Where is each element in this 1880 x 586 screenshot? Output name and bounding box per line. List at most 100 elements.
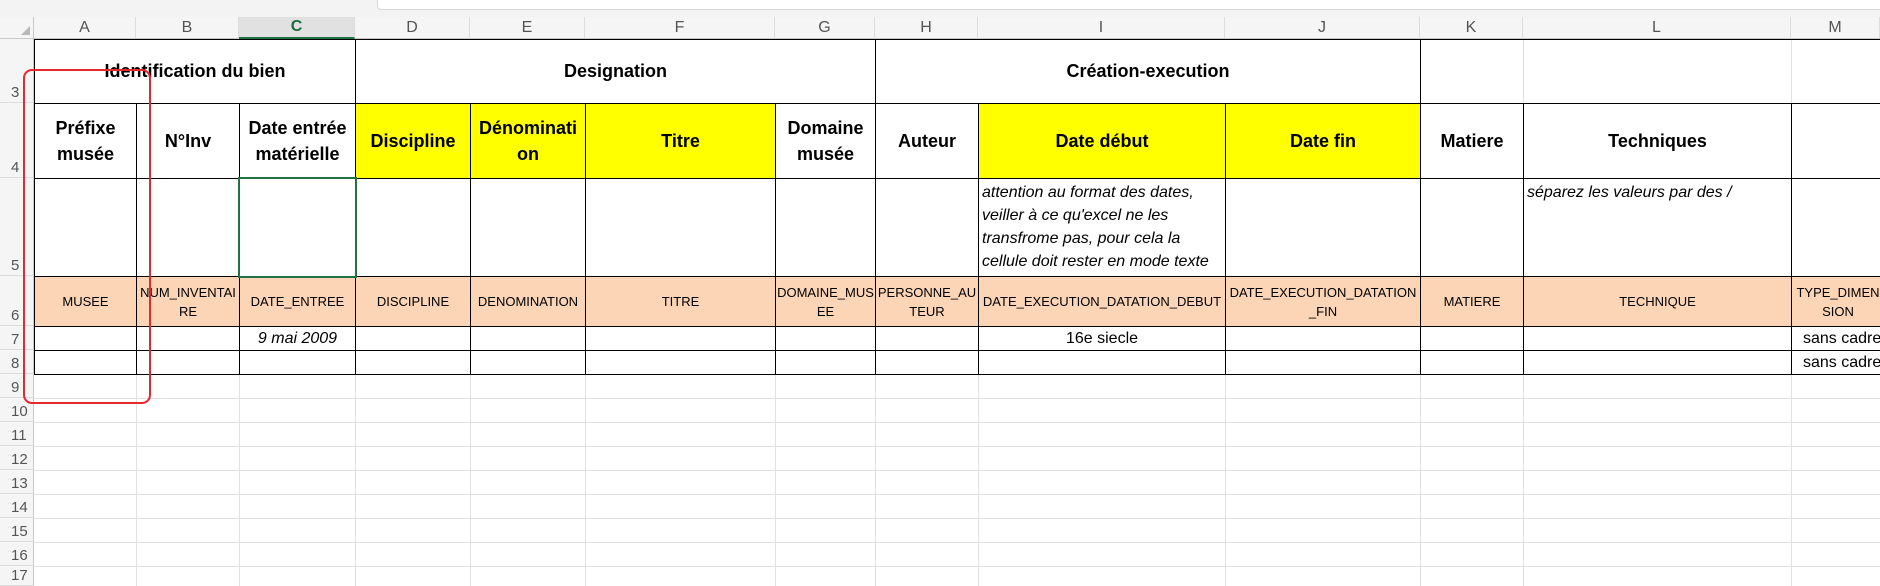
cell-a4[interactable]: Préfixe musée	[34, 103, 137, 179]
cell-i4[interactable]: Date début	[978, 103, 1226, 179]
column-header-k[interactable]: K	[1420, 17, 1523, 39]
column-header-f[interactable]: F	[585, 17, 775, 39]
cell-h7[interactable]	[875, 326, 979, 351]
column-header-l[interactable]: L	[1523, 17, 1791, 39]
formula-bar-edge	[377, 0, 1880, 10]
cell-k7[interactable]	[1420, 326, 1524, 351]
cell-a7[interactable]	[34, 326, 137, 351]
cell-h6[interactable]: PERSONNE_AUTEUR	[875, 276, 979, 327]
cell-b4[interactable]: N°Inv	[136, 103, 240, 179]
cell-e4[interactable]: Dénomination	[470, 103, 586, 179]
cell-f7[interactable]	[585, 326, 776, 351]
cell-k6[interactable]: MATIERE	[1420, 276, 1524, 327]
cell-g6[interactable]: DOMAINE_MUSEE	[775, 276, 876, 327]
cell-c4[interactable]: Date entrée matérielle	[239, 103, 356, 179]
cell-j5[interactable]	[1225, 178, 1421, 277]
cell-m5[interactable]	[1791, 178, 1880, 277]
cell-m6[interactable]: TYPE_DIMENSION	[1791, 276, 1880, 327]
cell-e6[interactable]: DENOMINATION	[470, 276, 586, 327]
cell-d4[interactable]: Discipline	[355, 103, 471, 179]
cell-h4[interactable]: Auteur	[875, 103, 979, 179]
cell-e7[interactable]	[470, 326, 586, 351]
column-header-a[interactable]: A	[34, 17, 136, 39]
row-header-9[interactable]: 9	[0, 374, 34, 398]
cell-j8[interactable]	[1225, 350, 1421, 375]
cell-l6[interactable]: TECHNIQUE	[1523, 276, 1792, 327]
row-header-10[interactable]: 10	[0, 398, 34, 422]
cell-d8[interactable]	[355, 350, 471, 375]
cell-b7[interactable]	[136, 326, 240, 351]
cell-i8[interactable]	[978, 350, 1226, 375]
select-all-button[interactable]	[0, 17, 34, 39]
cell-j4[interactable]: Date fin	[1225, 103, 1421, 179]
row-header-14[interactable]: 14	[0, 494, 34, 518]
cell-j7[interactable]	[1225, 326, 1421, 351]
row-header-7[interactable]: 7	[0, 326, 34, 350]
cell-e8[interactable]	[470, 350, 586, 375]
column-header-m[interactable]: M	[1791, 17, 1880, 39]
cell-j6[interactable]: DATE_EXECUTION_DATATION_FIN	[1225, 276, 1421, 327]
cell-g7[interactable]	[775, 326, 876, 351]
cell-a6[interactable]: MUSEE	[34, 276, 137, 327]
cell-k4[interactable]: Matiere	[1420, 103, 1524, 179]
cell-d3-designation[interactable]: Designation	[355, 39, 876, 104]
cell-l7[interactable]	[1523, 326, 1792, 351]
column-header-d[interactable]: D	[355, 17, 470, 39]
cell-i6[interactable]: DATE_EXECUTION_DATATION_DEBUT	[978, 276, 1226, 327]
column-header-i[interactable]: I	[978, 17, 1225, 39]
column-header-e[interactable]: E	[470, 17, 585, 39]
cell-f5[interactable]	[585, 178, 776, 277]
cell-g4[interactable]: Domaine musée	[775, 103, 876, 179]
cell-k8[interactable]	[1420, 350, 1524, 375]
cell-a3-identification[interactable]: Identification du bien	[34, 39, 356, 104]
cell-c8[interactable]	[239, 350, 356, 375]
cell-k3[interactable]	[1420, 39, 1880, 104]
cell-d6[interactable]: DISCIPLINE	[355, 276, 471, 327]
cell-c5[interactable]	[239, 178, 356, 277]
row-header-4[interactable]: 4	[0, 103, 34, 178]
cell-g8[interactable]	[775, 350, 876, 375]
cell-b5[interactable]	[136, 178, 240, 277]
column-header-h[interactable]: H	[875, 17, 978, 39]
cell-e5[interactable]	[470, 178, 586, 277]
cell-m4[interactable]	[1791, 103, 1880, 179]
cell-d7[interactable]	[355, 326, 471, 351]
cell-a8[interactable]	[34, 350, 137, 375]
cell-b6[interactable]: NUM_INVENTAIRE	[136, 276, 240, 327]
cell-h3-creation[interactable]: Création-execution	[875, 39, 1421, 104]
row-header-15[interactable]: 15	[0, 518, 34, 542]
row-header-11[interactable]: 11	[0, 422, 34, 446]
cell-m8[interactable]: sans cadre	[1791, 350, 1880, 375]
row-header-3[interactable]: 3	[0, 39, 34, 103]
cell-b8[interactable]	[136, 350, 240, 375]
cell-h8[interactable]	[875, 350, 979, 375]
row-header-8[interactable]: 8	[0, 350, 34, 374]
cell-f6[interactable]: TITRE	[585, 276, 776, 327]
cell-d5[interactable]	[355, 178, 471, 277]
cell-i5-date-note[interactable]: attention au format des dates, veiller à…	[978, 178, 1226, 277]
cell-c7[interactable]: 9 mai 2009	[239, 326, 356, 351]
row-header-17[interactable]: 17	[0, 566, 34, 586]
row-header-16[interactable]: 16	[0, 542, 34, 566]
cell-k5[interactable]	[1420, 178, 1524, 277]
column-header-c[interactable]: C	[239, 17, 355, 39]
cell-h5[interactable]	[875, 178, 979, 277]
cell-i7[interactable]: 16e siecle	[978, 326, 1226, 351]
cell-l4[interactable]: Techniques	[1523, 103, 1792, 179]
cell-c6[interactable]: DATE_ENTREE	[239, 276, 356, 327]
column-header-b[interactable]: B	[136, 17, 239, 39]
cell-l8[interactable]	[1523, 350, 1792, 375]
cell-a5[interactable]	[34, 178, 137, 277]
column-header-j[interactable]: J	[1225, 17, 1420, 39]
column-header-g[interactable]: G	[775, 17, 875, 39]
cell-m7[interactable]: sans cadre	[1791, 326, 1880, 351]
row-header-13[interactable]: 13	[0, 470, 34, 494]
select-all-icon	[21, 26, 30, 35]
row-header-12[interactable]: 12	[0, 446, 34, 470]
cell-f4[interactable]: Titre	[585, 103, 776, 179]
row-header-5[interactable]: 5	[0, 178, 34, 276]
cell-g5[interactable]	[775, 178, 876, 277]
row-header-6[interactable]: 6	[0, 276, 34, 326]
cell-f8[interactable]	[585, 350, 776, 375]
cell-l5-technique-note[interactable]: séparez les valeurs par des /	[1523, 178, 1792, 277]
